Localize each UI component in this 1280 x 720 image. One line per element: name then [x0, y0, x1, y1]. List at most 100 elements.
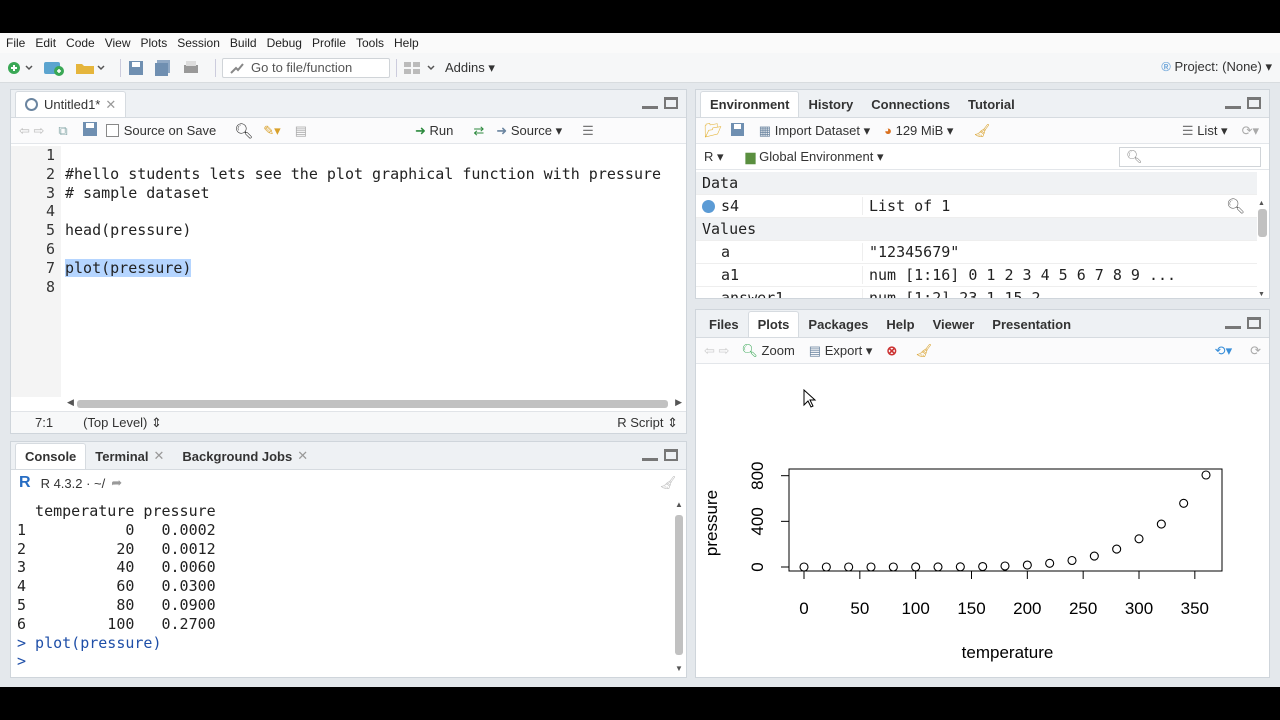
save-icon[interactable] [127, 59, 145, 77]
code-line[interactable] [63, 146, 686, 165]
goto-file-input[interactable]: Go to file/function [222, 57, 390, 78]
menu-item-tools[interactable]: Tools [356, 36, 384, 50]
code-line[interactable]: head(pressure) [63, 221, 686, 240]
tab-files[interactable]: Files [700, 311, 748, 337]
code-line[interactable]: #hello students lets see the plot graphi… [63, 165, 686, 184]
save-all-icon[interactable] [153, 59, 173, 77]
refresh-icon[interactable]: ⟳ [1250, 343, 1261, 359]
expand-icon[interactable] [702, 199, 715, 213]
tab-untitled1[interactable]: Untitled1* ✕ [15, 91, 127, 117]
run-button[interactable]: ➜ Run [415, 123, 453, 139]
close-icon[interactable]: ✕ [105, 97, 116, 113]
scope-selector[interactable]: (Top Level) ⇕ [83, 415, 162, 431]
menu-item-edit[interactable]: Edit [35, 36, 56, 50]
scope-selector[interactable]: ▆ Global Environment ▾ [746, 149, 884, 165]
maximize-icon[interactable] [664, 97, 678, 109]
magic-wand-icon[interactable]: ✎▾ [263, 123, 280, 139]
menu-item-help[interactable]: Help [394, 36, 419, 50]
file-type-selector[interactable]: R Script ⇕ [617, 415, 678, 431]
minimize-icon[interactable] [1225, 317, 1241, 329]
editor-hscrollbar[interactable]: ◀ ▶ [67, 397, 682, 409]
maximize-icon[interactable] [1247, 97, 1261, 109]
tab-presentation[interactable]: Presentation [983, 311, 1080, 337]
broom-icon[interactable]: 🧹︎ [973, 123, 990, 139]
refresh-icon[interactable]: ⟳▾ [1242, 123, 1259, 139]
tab-plots[interactable]: Plots [747, 311, 800, 337]
data-point [978, 561, 988, 572]
back-forward-icon[interactable]: ⇦ ⇨ [704, 343, 729, 359]
minimize-icon[interactable] [642, 449, 658, 461]
tab-viewer[interactable]: Viewer [924, 311, 984, 337]
clear-console-icon[interactable]: 🧹︎ [659, 475, 676, 491]
table-row[interactable]: s4 List of 1 🔍︎ [696, 195, 1257, 218]
code-line[interactable]: plot(pressure) [63, 258, 686, 278]
back-forward-icon[interactable]: ⇦ ⇨ [19, 123, 44, 139]
minimize-icon[interactable] [642, 97, 658, 109]
load-workspace-icon[interactable]: 📂︎ [704, 122, 722, 139]
menu-item-debug[interactable]: Debug [267, 36, 302, 50]
memory-usage-menu[interactable]: ◕ 129 MiB ▾ [884, 123, 953, 139]
code-line[interactable] [63, 278, 686, 297]
view-magnifier-icon[interactable]: 🔍︎ [1226, 197, 1245, 215]
tab-packages[interactable]: Packages [799, 311, 877, 337]
remove-plot-icon[interactable]: ⊗ [886, 343, 897, 359]
table-row[interactable]: answer1 num [1:2] 23.1 15.2 [696, 287, 1257, 298]
new-project-icon[interactable] [42, 59, 66, 77]
maximize-icon[interactable] [664, 449, 678, 461]
menu-item-code[interactable]: Code [66, 36, 95, 50]
rerun-icon[interactable]: ⇄ [473, 123, 484, 139]
outline-icon[interactable]: ☰ [582, 123, 594, 139]
console-scrollbar[interactable]: ▲ ▼ [674, 500, 684, 673]
console-output[interactable]: temperature pressure 1 0 0.0002 2 20 0.001… [11, 502, 670, 677]
env-search-input[interactable]: 🔍︎ [1119, 146, 1261, 167]
source-button[interactable]: ➜ Source ▾ [496, 123, 562, 139]
code-line[interactable]: # sample dataset [63, 184, 686, 203]
tab-connections[interactable]: Connections [862, 91, 959, 117]
code-line[interactable] [63, 240, 686, 259]
code-editor[interactable]: #hello students lets see the plot graphi… [63, 146, 686, 397]
grid-layout-icon[interactable] [403, 60, 437, 76]
menu-item-plots[interactable]: Plots [141, 36, 168, 50]
zoom-button[interactable]: 🔍︎ Zoom [741, 343, 794, 359]
import-dataset-menu[interactable]: ▦ Import Dataset ▾ [759, 123, 870, 139]
menu-item-profile[interactable]: Profile [312, 36, 346, 50]
addins-menu[interactable]: Addins ▾ [445, 60, 495, 76]
publish-icon[interactable]: ⟲▾ [1215, 343, 1232, 359]
save-icon[interactable] [82, 121, 98, 140]
language-selector[interactable]: R ▾ [704, 149, 724, 165]
menu-item-build[interactable]: Build [230, 36, 257, 50]
list-view-menu[interactable]: ☰ List ▾ [1182, 123, 1228, 139]
tab-tutorial[interactable]: Tutorial [959, 91, 1024, 117]
show-in-window-icon[interactable]: ⧉ [58, 123, 67, 139]
export-menu[interactable]: ▤ Export ▾ [809, 343, 873, 359]
compile-report-icon[interactable]: ▤ [295, 123, 307, 139]
open-file-icon[interactable] [74, 60, 106, 76]
goto-dir-icon[interactable]: ➦ [111, 475, 122, 491]
menu-item-session[interactable]: Session [177, 36, 220, 50]
tab-history[interactable]: History [799, 91, 862, 117]
tab-help[interactable]: Help [877, 311, 923, 337]
print-icon[interactable] [181, 59, 201, 77]
menu-item-file[interactable]: File [6, 36, 25, 50]
search-icon[interactable]: 🔍︎ [234, 122, 253, 140]
close-icon[interactable]: ✕ [154, 448, 165, 464]
data-point [866, 562, 876, 572]
tab-console[interactable]: Console [15, 443, 87, 469]
table-row[interactable]: a1 num [1:16] 0 1 2 3 4 5 6 7 8 9 ... [696, 264, 1257, 287]
menu-item-view[interactable]: View [105, 36, 131, 50]
source-on-save-checkbox[interactable] [105, 124, 119, 137]
project-menu[interactable]: ® Project: (None) ▾ [1161, 59, 1272, 75]
env-scrollbar[interactable]: ▲ ▼ [1258, 200, 1267, 298]
tab-background-jobs[interactable]: Background Jobs ✕ [173, 443, 317, 469]
tab-terminal[interactable]: Terminal ✕ [86, 443, 173, 469]
table-row[interactable]: a "12345679" [696, 241, 1257, 264]
save-workspace-icon[interactable] [730, 122, 745, 140]
maximize-icon[interactable] [1247, 317, 1261, 329]
close-icon[interactable]: ✕ [297, 448, 308, 464]
broom-icon[interactable]: 🧹︎ [915, 343, 932, 359]
minimize-icon[interactable] [1225, 97, 1241, 109]
new-file-icon[interactable] [6, 60, 34, 76]
console-line: 2 20 0.0012 [17, 539, 216, 558]
tab-environment[interactable]: Environment [700, 91, 800, 117]
code-line[interactable] [63, 202, 686, 221]
